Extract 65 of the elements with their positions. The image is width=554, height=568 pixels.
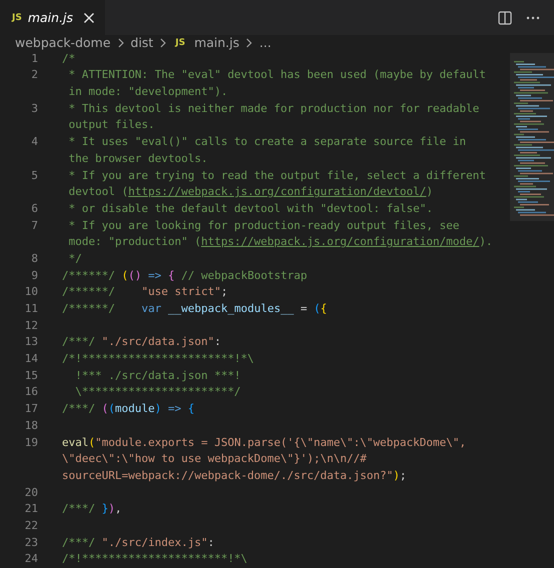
line-number: 2 [31, 67, 38, 84]
js-file-icon: JS [175, 38, 186, 48]
code-line: /***/ }), [62, 502, 122, 516]
line-number: 6 [31, 200, 38, 217]
line-number: 16 [24, 384, 38, 400]
code-line: * If you are trying to read the output file, select a different [68, 168, 486, 182]
breadcrumb-item[interactable]: ... [259, 35, 272, 50]
code-line: sourceURL=webpack://webpack-dome/./src/data.json?"); [62, 468, 406, 482]
code-line: !*** ./src/data.json ***! [74, 368, 241, 382]
code-line: devtool (https://webpack.js.org/configuration/devtool/) [68, 185, 433, 198]
close-icon[interactable] [83, 12, 95, 24]
line-number: 13 [24, 334, 38, 350]
line-number: 9 [31, 268, 38, 284]
code-line: /***/ ((module) => { [62, 402, 194, 416]
code-line: * ATTENTION: The "eval" devtool has been used (maybe by default [68, 68, 486, 82]
line-number: 15 [24, 368, 38, 384]
breadcrumb-item[interactable]: webpack-dome [15, 35, 111, 50]
chevron-icon [246, 38, 252, 48]
line-number: 19 [24, 434, 38, 450]
line-number: 5 [31, 168, 38, 184]
code-line: * If you are looking for production-ready output files, see [68, 218, 460, 232]
code-line: /***/ "./src/data.json": [62, 335, 221, 348]
line-number: 11 [24, 301, 38, 317]
line-number: 23 [24, 534, 38, 551]
line-number: 3 [31, 100, 38, 117]
line-number: 7 [31, 218, 38, 234]
line-number: 12 [24, 318, 38, 334]
line-number: 1 [31, 50, 38, 67]
line-number: 17 [24, 401, 38, 418]
code-line: the browser devtools. [68, 152, 208, 165]
code-line: /******/ var __webpack_modules__ = ({ [62, 302, 327, 315]
code-line: /***/ "./src/index.js": [62, 536, 214, 549]
line-number: 22 [24, 518, 38, 534]
chevron-icon [118, 38, 124, 48]
code-line: /*!**********************!*\ [62, 552, 248, 566]
code-line: /******/ (() => { // webpackBootstrap [62, 268, 308, 282]
line-number: 21 [24, 501, 38, 518]
line-number: 18 [24, 418, 38, 434]
line-number: 20 [24, 484, 38, 501]
code-line: * It uses "eval()" calls to create a separate source file in [68, 135, 466, 148]
code-line: in mode: "development"). [68, 85, 228, 98]
breadcrumb-item[interactable]: dist [130, 35, 154, 50]
code-line: mode: "production" (https://webpack.js.org/configuration/mode/). [68, 235, 492, 248]
more-icon[interactable] [526, 16, 540, 20]
code-line: \***********************/ [74, 385, 241, 398]
code-line: /******/ "use strict"; [62, 285, 228, 298]
code-line: output files. [68, 118, 155, 132]
code-line: * This devtool is neither made for production nor for readable [68, 102, 480, 115]
line-number: 4 [31, 134, 38, 150]
line-number: 8 [31, 250, 38, 267]
editor-tab[interactable]: JS main.js [0, 0, 105, 35]
line-number: 14 [24, 351, 38, 368]
line-number: 10 [24, 284, 38, 300]
code-line: eval("module.exports = JSON.parse('{\"name\":\"webpackDome\", [62, 436, 466, 448]
code-line: /* [62, 52, 76, 65]
code-line: * or disable the default devtool with "devtool: false". [68, 202, 433, 215]
code-line: */ [68, 252, 82, 265]
line-number: 24 [24, 551, 38, 568]
chevron-icon [160, 38, 166, 48]
split-editor-icon[interactable] [498, 10, 512, 24]
minimap-drawing[interactable] [510, 52, 554, 223]
code-line: \"deec\":\"how to use webpackDome\"}');\n\n//# [62, 452, 367, 466]
js-file-icon: JS [12, 12, 22, 22]
breadcrumb-item[interactable]: main.js [194, 35, 240, 50]
code-line: /*!***********************!*\ [62, 352, 254, 366]
